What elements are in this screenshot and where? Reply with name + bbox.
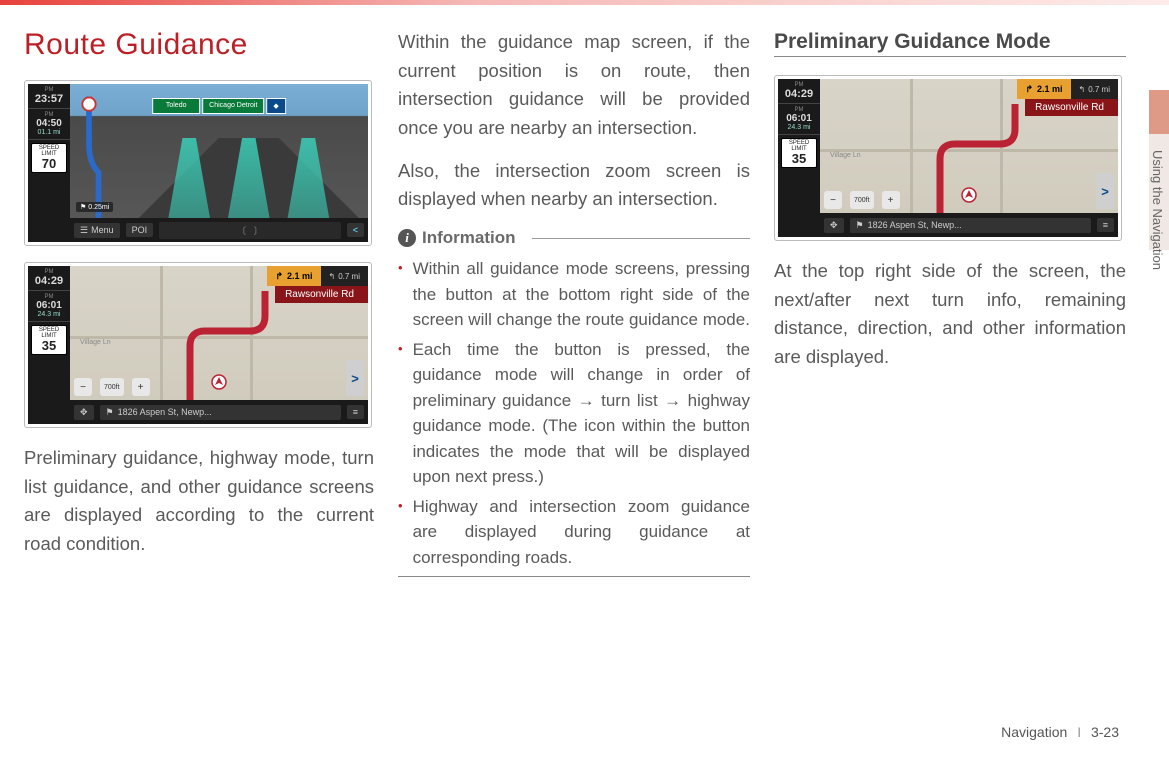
turn-distance: 2.1 mi (287, 271, 313, 281)
list-item: •Each time the button is pressed, the gu… (398, 337, 750, 490)
turn-right-icon: ↱ (275, 271, 283, 282)
scale-readout: 700ft (100, 378, 124, 396)
col1-paragraph: Preliminary guidance, highway mode, turn… (24, 444, 374, 559)
turn-left-icon: ↰ (329, 272, 336, 281)
list-icon: ≡ (1103, 220, 1108, 230)
bottom-toolbar: ✥ ⚑1826 Aspen St, Newp... ≡ (820, 213, 1118, 237)
mode-toggle-button[interactable]: < (347, 223, 364, 237)
list-mode-button[interactable]: ≡ (1097, 218, 1114, 232)
address-readout: ⚑1826 Aspen St, Newp... (850, 218, 1091, 233)
compass-button[interactable]: ✥ (824, 218, 844, 233)
turn-left-icon: ↰ (1079, 85, 1086, 94)
map-viewport: Village Ln ↱ 2.1 mi ↰0.7 mi Rawsonville R… (70, 266, 368, 424)
eta-time: 06:01 (780, 113, 818, 124)
footer-separator: I (1077, 724, 1081, 740)
next-turn-distance: 0.7 mi (338, 272, 360, 281)
col2-paragraph-1: Within the guidance map screen, if the c… (398, 28, 750, 143)
callout-end-rule (398, 576, 750, 577)
vehicle-cursor-icon (961, 187, 977, 203)
mode-toggle-button[interactable]: > (346, 360, 364, 396)
flag-icon: ⚑ (106, 407, 114, 418)
bullet-icon: • (398, 337, 403, 490)
sign-chicago-detroit: Chicago Detroit (202, 98, 264, 114)
street-label: Village Ln (80, 339, 111, 346)
sign-toledo: Toledo (152, 98, 200, 114)
street-label: Village Ln (830, 152, 861, 159)
compass-icon: ✥ (830, 220, 838, 231)
bottom-toolbar: ☰Menu POI 〔 〕 < (70, 218, 368, 242)
bullet-icon: • (398, 494, 403, 571)
bullet-icon: • (398, 256, 403, 333)
clock-time: 04:29 (780, 88, 818, 100)
scale-readout: 700ft (850, 191, 874, 209)
next-turn-distance: 0.7 mi (1088, 85, 1110, 94)
vehicle-cursor-icon (211, 374, 227, 390)
road-name-banner: Rawsonville Rd (1025, 99, 1118, 116)
turn-banner: ↱ 2.1 mi ↰0.7 mi (267, 266, 368, 286)
flag-icon: ⚑ (856, 220, 864, 231)
eta-distance: 24.3 mi (30, 311, 68, 318)
map-viewport-highway: Toledo Chicago Detroit ◆ ⚑0.25mi ☰Menu P… (70, 84, 368, 242)
turn-right-icon: ↱ (1025, 84, 1033, 95)
column-1: Route Guidance PM23:57 PM04:5001.1 mi SP… (24, 28, 374, 577)
zoom-out-button[interactable]: − (824, 191, 842, 209)
zoom-in-button[interactable]: + (132, 378, 150, 396)
subsection-heading: Preliminary Guidance Mode (774, 30, 1126, 57)
speed-limit-sign: SPEED LIMIT35 (781, 138, 817, 168)
info-icon: i (398, 229, 416, 247)
page-title: Route Guidance (24, 28, 374, 62)
menu-button[interactable]: ☰Menu (74, 223, 120, 238)
list-mode-button[interactable]: ≡ (347, 405, 364, 419)
compass-button[interactable]: ✥ (74, 405, 94, 420)
toolbar-slot: 〔 〕 (159, 222, 341, 239)
screenshot-preliminary-guidance-2: PM04:29 PM06:0124.3 mi SPEED LIMIT35 Vil… (774, 75, 1122, 241)
sign-shield-icon: ◆ (266, 98, 285, 114)
screenshot-preliminary-guidance-1: PM04:29 PM06:0124.3 mi SPEED LIMIT35 Vil… (24, 262, 372, 428)
zoom-controls: − 700ft + (824, 191, 900, 209)
turn-banner: ↱ 2.1 mi ↰0.7 mi (1017, 79, 1118, 99)
zoom-out-button[interactable]: − (74, 378, 92, 396)
screenshot-highway-guidance: PM23:57 PM04:5001.1 mi SPEED LIMIT70 Tol… (24, 80, 372, 246)
footer-page-number: 3-23 (1091, 724, 1119, 740)
scale-indicator: ⚑0.25mi (76, 202, 113, 212)
road-name-banner: Rawsonville Rd (275, 286, 368, 303)
status-strip: PM04:29 PM06:0124.3 mi SPEED LIMIT35 (778, 79, 820, 237)
page-footer: Navigation I 3-23 (1001, 724, 1119, 740)
col2-paragraph-2: Also, the intersection zoom screen is di… (398, 157, 750, 214)
speed-limit-sign: SPEED LIMIT35 (31, 325, 67, 355)
column-2: Within the guidance map screen, if the c… (398, 28, 750, 577)
zoom-controls: − 700ft + (74, 378, 150, 396)
list-item: •Highway and intersection zoom guidance … (398, 494, 750, 571)
address-readout: ⚑1826 Aspen St, Newp... (100, 405, 341, 420)
overhead-signs: Toledo Chicago Detroit ◆ (152, 98, 286, 114)
page-content: Route Guidance PM23:57 PM04:5001.1 mi SP… (0, 0, 1169, 577)
eta-time: 04:50 (30, 118, 68, 129)
col3-paragraph: At the top right side of the screen, the… (774, 257, 1126, 372)
poi-button[interactable]: POI (126, 223, 154, 237)
status-strip: PM23:57 PM04:5001.1 mi SPEED LIMIT70 (28, 84, 70, 242)
zoom-in-button[interactable]: + (882, 191, 900, 209)
mode-toggle-button[interactable]: > (1096, 173, 1114, 209)
eta-distance: 01.1 mi (30, 129, 68, 136)
turn-distance: 2.1 mi (1037, 84, 1063, 94)
clock-time: 23:57 (30, 93, 68, 105)
list-icon: ≡ (353, 407, 358, 417)
eta-time: 06:01 (30, 300, 68, 311)
eta-distance: 24.3 mi (780, 124, 818, 131)
clock-time: 04:29 (30, 275, 68, 287)
menu-icon: ☰ (80, 225, 88, 236)
bottom-toolbar: ✥ ⚑1826 Aspen St, Newp... ≡ (70, 400, 368, 424)
column-3: Preliminary Guidance Mode PM04:29 PM06:0… (774, 28, 1126, 577)
footer-chapter: Navigation (1001, 724, 1067, 740)
compass-icon: ✥ (80, 407, 88, 418)
flag-icon: ⚑ (80, 203, 86, 211)
information-callout-header: i Information (398, 228, 750, 248)
speed-limit-sign: SPEED LIMIT70 (31, 143, 67, 173)
status-strip: PM04:29 PM06:0124.3 mi SPEED LIMIT35 (28, 266, 70, 424)
list-item: •Within all guidance mode screens, press… (398, 256, 750, 333)
map-viewport: Village Ln ↱ 2.1 mi ↰0.7 mi Rawsonville R… (820, 79, 1118, 237)
information-bullet-list: •Within all guidance mode screens, press… (398, 256, 750, 570)
information-label: Information (422, 228, 516, 248)
